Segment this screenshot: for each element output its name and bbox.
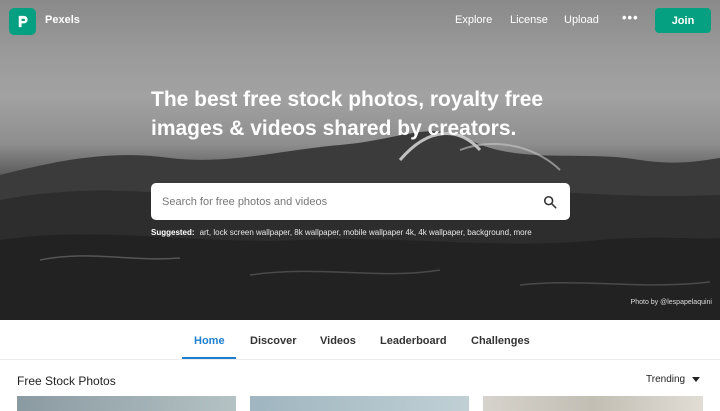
suggested-terms[interactable]: art, lock screen wallpaper, 8k wallpaper… xyxy=(200,228,532,237)
sort-label: Trending xyxy=(646,374,686,385)
tab-discover[interactable]: Discover xyxy=(250,335,296,347)
tab-home[interactable]: Home xyxy=(194,335,225,347)
pexels-logo-icon[interactable] xyxy=(9,8,36,35)
search-bar xyxy=(151,183,570,220)
photo-thumbnail[interactable] xyxy=(483,396,703,411)
nav-upload-link[interactable]: Upload xyxy=(564,14,599,26)
more-menu-icon[interactable]: ••• xyxy=(622,10,639,25)
tab-challenges[interactable]: Challenges xyxy=(471,335,530,347)
suggested-label: Suggested: xyxy=(151,228,195,237)
brand-name[interactable]: Pexels xyxy=(45,14,80,26)
caret-down-icon xyxy=(692,374,701,385)
hero-banner: Pexels Explore License Upload ••• Join T… xyxy=(0,0,720,320)
sort-dropdown[interactable]: Trending xyxy=(646,374,701,385)
tab-bar: Home Discover Videos Leaderboard Challen… xyxy=(0,320,720,360)
photo-credit[interactable]: Photo by @lespapelaquini xyxy=(631,299,712,306)
photo-thumbnail[interactable] xyxy=(250,396,469,411)
join-button[interactable]: Join xyxy=(655,8,711,33)
search-icon[interactable] xyxy=(530,183,570,220)
suggested-searches: Suggested: art, lock screen wallpaper, 8k… xyxy=(151,228,532,237)
photo-thumbnail[interactable] xyxy=(17,396,236,411)
active-tab-indicator xyxy=(182,357,236,359)
section-title: Free Stock Photos xyxy=(17,374,116,388)
ocean-wave-photo xyxy=(0,131,720,320)
nav-explore-link[interactable]: Explore xyxy=(455,14,492,26)
nav-license-link[interactable]: License xyxy=(510,14,548,26)
tab-leaderboard[interactable]: Leaderboard xyxy=(380,335,447,347)
search-input[interactable] xyxy=(151,183,530,220)
hero-headline: The best free stock photos, royalty free… xyxy=(151,88,544,140)
tab-videos[interactable]: Videos xyxy=(320,335,356,347)
